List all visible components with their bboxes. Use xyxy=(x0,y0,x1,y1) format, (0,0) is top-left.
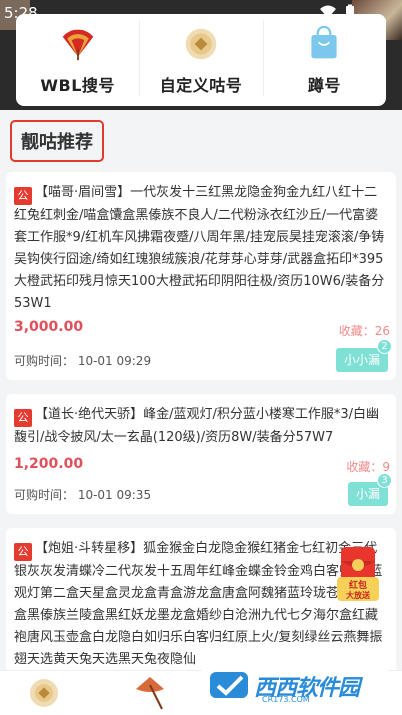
menu-wbl-search-label: WBL搜号 xyxy=(40,76,115,95)
listing-title: 【炮姐·斗转星移】 xyxy=(35,541,144,556)
listing-card[interactable]: 公【喵哥·眉间雪】一代灰发十三红黑龙隐金狗金九红八红十二红兔红刺金/喵盒馕盒黑傣… xyxy=(6,172,396,380)
menu-watch[interactable]: 蹲号 xyxy=(262,14,386,106)
tag-chip-label: 小小漏 xyxy=(343,353,380,367)
listing-price: 1,200.00 xyxy=(14,456,84,472)
listing-title: 【道长·绝代天骄】 xyxy=(35,407,144,422)
tag-chip-count: 3 xyxy=(377,473,392,488)
favorites-count: 收藏：26 xyxy=(338,324,390,338)
available-time: 可购时间： 10-01 09:29 xyxy=(14,354,152,368)
public-badge: 公 xyxy=(14,409,32,427)
fan-icon xyxy=(62,29,93,61)
listing-price: 3,000.00 xyxy=(14,319,84,335)
coin-icon xyxy=(185,28,217,60)
tag-chip[interactable]: 小漏 3 xyxy=(347,473,392,506)
listing-text: 一代灰发十三红黑龙隐金狗金九红八红十二红兔红刺金/喵盒馕盒黑傣族不良人/二代粉泳… xyxy=(14,185,385,311)
tag-chip-label: 小漏 xyxy=(355,487,380,501)
listing-description: 公【喵哥·眉间雪】一代灰发十三红黑龙隐金狗金九红八红十二红兔红刺金/喵盒馕盒黑傣… xyxy=(14,182,386,315)
red-envelope-icon[interactable]: 红包 大放送 xyxy=(337,543,379,605)
public-badge: 公 xyxy=(14,543,32,561)
quick-menu: WBL搜号 自定义咕号 蹲号 xyxy=(16,14,386,106)
float-badge-line2: 大放送 xyxy=(346,590,371,600)
float-badge-line1: 红包 xyxy=(349,579,367,591)
menu-custom-id-label: 自定义咕号 xyxy=(159,76,243,95)
watermark-url: CR173.COM xyxy=(262,695,310,704)
menu-wbl-search[interactable]: WBL搜号 xyxy=(16,14,139,106)
listing-text: 狐金猴金白龙隐金猴红猪金七红初金三代银灰灰发清蝶冷二代灰发十五周年红峰金蝶金铃金… xyxy=(14,541,383,667)
available-time: 可购时间： 10-01 09:35 xyxy=(14,488,152,502)
public-badge: 公 xyxy=(14,187,32,205)
tag-chip[interactable]: 小小漏 2 xyxy=(335,339,392,372)
menu-watch-label: 蹲号 xyxy=(307,76,341,95)
listing-card[interactable]: 公【道长·绝代天骄】峰金/蓝观灯/积分蓝小楼寒工作服*3/白幽馥引/战令披风/太… xyxy=(6,394,396,514)
tag-chip-count: 2 xyxy=(377,339,392,354)
watermark-logo-icon xyxy=(210,672,248,698)
listing-description: 公【炮姐·斗转星移】狐金猴金白龙隐金猴红猪金七红初金三代银灰灰发清蝶冷二代灰发十… xyxy=(14,538,386,670)
bag-icon xyxy=(311,26,337,59)
menu-custom-id[interactable]: 自定义咕号 xyxy=(139,14,262,106)
tab-coin-icon[interactable] xyxy=(26,675,62,711)
listing-title: 【喵哥·眉间雪】 xyxy=(35,185,131,200)
listing-description: 公【道长·绝代天骄】峰金/蓝观灯/积分蓝小楼寒工作服*3/白幽馥引/战令披风/太… xyxy=(14,404,386,449)
watermark: 西西软件园 CR173.COM xyxy=(202,662,388,708)
tab-umbrella-icon[interactable] xyxy=(132,675,168,711)
section-title: 靓咕推荐 xyxy=(10,120,104,162)
